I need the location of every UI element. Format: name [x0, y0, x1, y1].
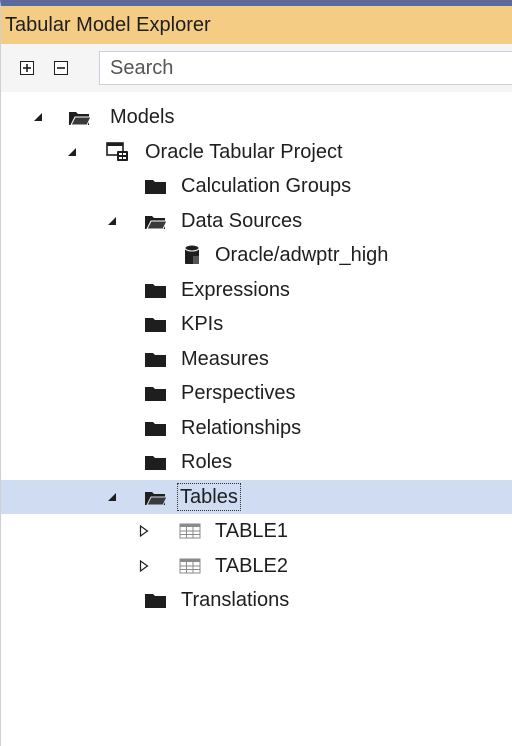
tree-node-expressions[interactable]: Expressions [1, 273, 512, 308]
collapsed-arrow-icon[interactable] [137, 559, 151, 573]
tree-node-data-source-item[interactable]: Oracle/adwptr_high [1, 238, 512, 273]
tabular-model-explorer-panel: Tabular Model Explorer Mo [0, 0, 512, 746]
database-icon [179, 244, 205, 266]
folder-icon [143, 451, 169, 473]
expanded-arrow-icon[interactable] [105, 214, 119, 228]
project-icon [105, 141, 131, 163]
collapse-all-button[interactable] [51, 58, 71, 78]
tree-node-roles[interactable]: Roles [1, 445, 512, 480]
tree-node-models[interactable]: Models [1, 100, 512, 135]
tree-label: TABLE2 [215, 554, 288, 577]
tree-label: Calculation Groups [181, 175, 352, 198]
folder-icon [143, 313, 169, 335]
tree-label: Data Sources [181, 209, 303, 232]
search-input[interactable] [99, 51, 512, 85]
folder-icon [143, 175, 169, 197]
folder-icon [143, 279, 169, 301]
tree-node-table1[interactable]: TABLE1 [1, 514, 512, 549]
model-tree: Models Oracle Tabular Project Calculatio… [1, 92, 512, 618]
table-icon [177, 555, 203, 577]
open-folder-icon [67, 106, 93, 128]
plus-box-icon [20, 61, 34, 75]
tree-node-project[interactable]: Oracle Tabular Project [1, 135, 512, 170]
open-folder-icon [143, 210, 169, 232]
tree-label: Relationships [181, 416, 302, 439]
tree-label: Perspectives [181, 382, 296, 405]
collapsed-arrow-icon[interactable] [137, 524, 151, 538]
tree-label: Oracle/adwptr_high [215, 244, 389, 267]
tree-label: KPIs [181, 313, 224, 336]
tree-label: Oracle Tabular Project [145, 140, 343, 163]
panel-title-bar[interactable]: Tabular Model Explorer [1, 6, 512, 44]
tree-label: Roles [181, 451, 233, 474]
tree-node-relationships[interactable]: Relationships [1, 411, 512, 446]
folder-icon [143, 382, 169, 404]
panel-title: Tabular Model Explorer [5, 13, 211, 36]
tree-label: Measures [181, 347, 269, 370]
folder-icon [143, 348, 169, 370]
folder-icon [143, 417, 169, 439]
expanded-arrow-icon[interactable] [105, 490, 119, 504]
expand-all-button[interactable] [17, 58, 37, 78]
tree-node-translations[interactable]: Translations [1, 583, 512, 618]
folder-icon [143, 589, 169, 611]
tree-node-calculation-groups[interactable]: Calculation Groups [1, 169, 512, 204]
tree-node-kpis[interactable]: KPIs [1, 307, 512, 342]
tree-label: TABLE1 [215, 520, 288, 543]
tree-node-tables[interactable]: Tables [1, 479, 512, 514]
open-folder-icon [143, 486, 169, 508]
table-icon [177, 520, 203, 542]
tree-node-perspectives[interactable]: Perspectives [1, 376, 512, 411]
tree-node-table2[interactable]: TABLE2 [1, 549, 512, 584]
expanded-arrow-icon[interactable] [31, 110, 45, 124]
expanded-arrow-icon[interactable] [65, 145, 79, 159]
minus-box-icon [54, 61, 68, 75]
tree-node-measures[interactable]: Measures [1, 342, 512, 377]
tree-label: Models [110, 106, 175, 129]
tree-label: Expressions [181, 278, 290, 301]
tree-label: Translations [181, 589, 290, 612]
tree-label: Tables [177, 482, 241, 511]
tree-node-data-sources[interactable]: Data Sources [1, 204, 512, 239]
explorer-toolbar [1, 44, 512, 92]
